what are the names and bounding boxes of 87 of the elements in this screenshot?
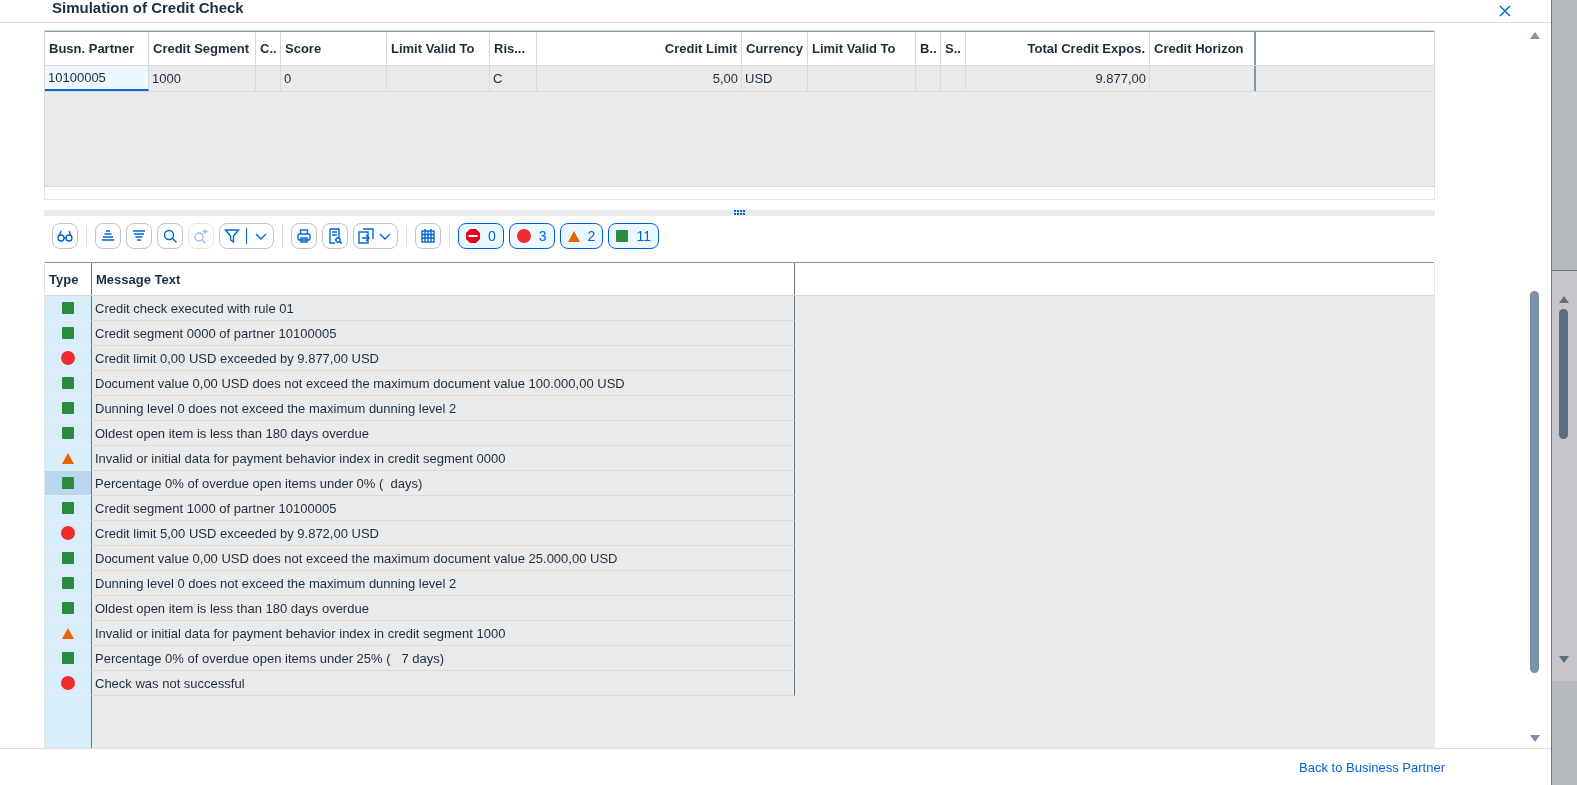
sort-asc-button[interactable]: [95, 223, 121, 249]
scrollbar-thumb[interactable]: [1530, 291, 1539, 673]
scroll-down-icon[interactable]: [1559, 656, 1569, 663]
scrollbar-thumb[interactable]: [1559, 309, 1568, 439]
message-text: Oldest open item is less than 180 days overdue: [92, 596, 795, 621]
row-selector[interactable]: [45, 671, 92, 696]
message-text: Check was not successful: [92, 671, 795, 696]
column-header[interactable]: C..: [256, 32, 281, 65]
column-header[interactable]: Total Credit Expos.: [966, 32, 1150, 65]
row-selector[interactable]: [45, 471, 92, 496]
row-selector[interactable]: [45, 296, 92, 321]
dialog-title: Simulation of Credit Check: [52, 0, 244, 16]
message-text: Credit limit 5,00 USD exceeded by 9.872,00 USD: [92, 521, 795, 546]
back-link[interactable]: Back to Business Partner: [1299, 759, 1445, 775]
grid-icon: [420, 228, 436, 244]
column-header[interactable]: Credit Limit: [537, 32, 742, 65]
print-button[interactable]: [291, 223, 317, 249]
message-text: Percentage 0% of overdue open items under 0% ( days): [92, 471, 795, 496]
message-text: Dunning level 0 does not exceed the maximum dunning level 2: [92, 571, 795, 596]
column-header[interactable]: Message Text: [92, 263, 795, 295]
table-cell[interactable]: C: [490, 66, 537, 91]
row-selector[interactable]: [45, 621, 92, 646]
error-count-button[interactable]: 3: [508, 223, 555, 249]
sort-ascending-icon: [100, 228, 116, 244]
column-header[interactable]: Limit Valid To: [387, 32, 490, 65]
row-selector[interactable]: [45, 646, 92, 671]
row-selector[interactable]: [45, 346, 92, 371]
column-header[interactable]: Type: [45, 263, 92, 295]
message-text: Dunning level 0 does not exceed the maximum dunning level 2: [92, 396, 795, 421]
row-selector[interactable]: [45, 496, 92, 521]
row-selector[interactable]: [45, 546, 92, 571]
export-icon: [358, 228, 374, 244]
success-count-button[interactable]: 11: [608, 223, 659, 249]
message-text: Credit check executed with rule 01: [92, 296, 795, 321]
search-plus-icon: [193, 228, 209, 244]
column-header[interactable]: Ris...: [490, 32, 537, 65]
export-button[interactable]: [353, 223, 398, 249]
table-cell[interactable]: 0: [281, 66, 387, 91]
scroll-up-icon[interactable]: [1530, 32, 1540, 39]
details-button[interactable]: [52, 223, 78, 249]
row-selector[interactable]: [45, 421, 92, 446]
table-cell[interactable]: 1000: [149, 66, 256, 91]
message-text: Credit segment 0000 of partner 10100005: [92, 321, 795, 346]
message-text: Invalid or initial data for payment behavior index in credit segment 1000: [92, 621, 795, 646]
sort-descending-icon: [131, 228, 147, 244]
splitter-grip-icon[interactable]: [733, 210, 746, 216]
row-selector[interactable]: [45, 596, 92, 621]
row-selector[interactable]: [45, 371, 92, 396]
column-header[interactable]: Busn. Partner: [45, 32, 149, 65]
message-text: Document value 0,00 USD does not exceed the maximum document value 25.000,00 USD: [92, 546, 795, 571]
scroll-down-icon[interactable]: [1530, 735, 1540, 742]
close-icon[interactable]: [1499, 5, 1511, 17]
column-header[interactable]: Credit Segment: [149, 32, 256, 65]
scroll-up-icon[interactable]: [1559, 296, 1569, 303]
find-button[interactable]: [157, 223, 183, 249]
printer-icon: [296, 228, 312, 244]
column-header[interactable]: Credit Horizon: [1150, 32, 1256, 65]
row-selector[interactable]: [45, 521, 92, 546]
layout-button[interactable]: [415, 223, 441, 249]
message-text: Invalid or initial data for payment behavior index in credit segment 0000: [92, 446, 795, 471]
table-cell[interactable]: 9.877,00: [966, 66, 1150, 91]
filter-button[interactable]: [219, 223, 274, 249]
preview-button[interactable]: [322, 223, 348, 249]
row-selector[interactable]: [45, 396, 92, 421]
table-cell[interactable]: 10100005: [45, 66, 149, 91]
filter-icon: [224, 228, 240, 244]
search-icon: [162, 228, 178, 244]
column-header[interactable]: S..: [941, 32, 966, 65]
column-header[interactable]: Score: [281, 32, 387, 65]
table-cell[interactable]: 5,00: [537, 66, 742, 91]
message-text: Credit segment 1000 of partner 10100005: [92, 496, 795, 521]
message-text: Document value 0,00 USD does not exceed the maximum document value 100.000,00 USD: [92, 371, 795, 396]
column-header[interactable]: Currency: [742, 32, 808, 65]
column-header[interactable]: Limit Valid To: [808, 32, 916, 65]
column-header[interactable]: B..: [916, 32, 941, 65]
message-text: Oldest open item is less than 180 days overdue: [92, 421, 795, 446]
row-selector[interactable]: [45, 446, 92, 471]
warning-count-button[interactable]: 2: [559, 223, 604, 249]
document-search-icon: [327, 228, 343, 244]
row-selector[interactable]: [45, 571, 92, 596]
table-cell[interactable]: USD: [742, 66, 808, 91]
glasses-icon: [57, 228, 73, 244]
row-selector[interactable]: [45, 321, 92, 346]
stop-count-button[interactable]: 0: [458, 223, 504, 249]
message-text: Percentage 0% of overdue open items under 25% ( 7 days): [92, 646, 795, 671]
message-text: Credit limit 0,00 USD exceeded by 9.877,00 USD: [92, 346, 795, 371]
sort-desc-button[interactable]: [126, 223, 152, 249]
